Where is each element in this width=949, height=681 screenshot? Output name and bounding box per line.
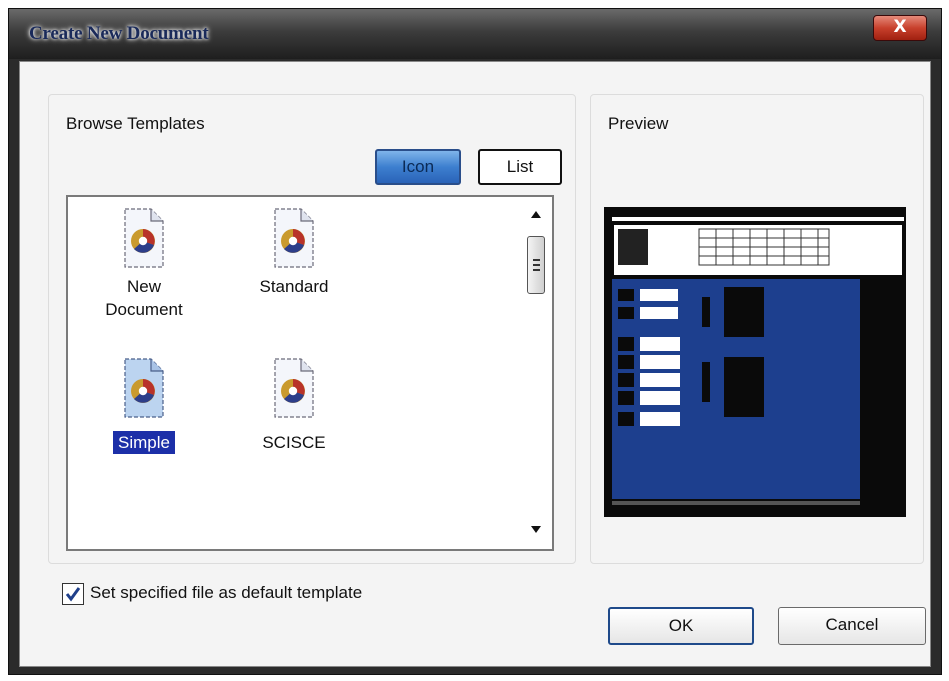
scroll-down-arrow-icon[interactable]: [531, 526, 541, 533]
create-document-dialog: Create New Document X Browse Templates I…: [8, 8, 942, 675]
template-item-simple[interactable]: Simple: [84, 355, 204, 454]
template-browser[interactable]: New Document Standard Simple SCISCE: [66, 195, 554, 551]
template-item-new-document[interactable]: New Document: [84, 205, 204, 321]
template-item-label: Document: [105, 300, 183, 319]
list-view-button[interactable]: List: [478, 149, 562, 185]
close-icon: X: [893, 17, 907, 37]
dialog-body: Browse Templates Icon List New Document: [19, 61, 931, 667]
default-template-label: Set specified file as default template: [90, 583, 363, 602]
template-item-label: Standard: [259, 277, 329, 296]
browse-templates-label: Browse Templates: [66, 114, 205, 133]
scroll-up-arrow-icon[interactable]: [531, 211, 541, 218]
scroll-thumb[interactable]: [527, 236, 545, 294]
template-item-label: New: [126, 277, 161, 296]
template-item-scisce[interactable]: SCISCE: [234, 355, 354, 454]
document-icon: [124, 208, 164, 268]
document-icon: [274, 208, 314, 268]
template-item-label: Simple: [113, 431, 175, 454]
template-item-label: SCISCE: [262, 433, 326, 452]
vertical-scrollbar[interactable]: [526, 203, 546, 543]
template-preview-image: [604, 207, 906, 517]
document-icon: [274, 358, 314, 418]
icon-view-button[interactable]: Icon: [375, 149, 461, 185]
document-icon: [124, 358, 164, 418]
preview-label: Preview: [608, 114, 669, 133]
ok-button[interactable]: OK: [608, 607, 754, 645]
cancel-button[interactable]: Cancel: [778, 607, 926, 645]
title-bar[interactable]: Create New Document X: [9, 9, 941, 59]
dialog-title: Create New Document: [29, 23, 209, 44]
close-button[interactable]: X: [873, 15, 927, 41]
checkmark-icon: [65, 587, 81, 602]
template-item-standard[interactable]: Standard: [234, 205, 354, 298]
default-template-checkbox[interactable]: [62, 583, 84, 605]
